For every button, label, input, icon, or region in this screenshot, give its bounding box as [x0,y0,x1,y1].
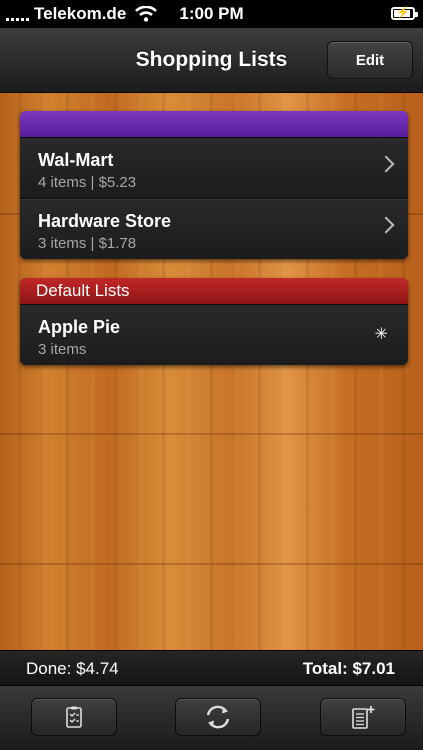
chevron-right-icon [377,155,395,173]
list-name: Wal-Mart [38,150,114,170]
status-bar: Telekom.de 1:00 PM ⚡ [0,0,423,28]
group-header [20,111,408,137]
list-item-apple-pie[interactable]: Apple Pie 3 items ✳ [20,304,408,365]
list-item-walmart[interactable]: Wal-Mart 4 items | $5.23 [20,137,408,198]
list-name: Apple Pie [38,317,121,337]
totals-bar: Done: $4.74 Total: $7.01 [0,650,423,686]
edit-button[interactable]: Edit [327,41,413,79]
new-list-button[interactable] [320,698,406,736]
group-header: Default Lists [20,278,408,304]
list-group-custom: Wal-Mart 4 items | $5.23 Hardware Store … [20,111,408,259]
asterisk-icon: ✳ [374,326,388,343]
status-time: 1:00 PM [179,4,244,23]
list-item-hardware-store[interactable]: Hardware Store 3 items | $1.78 [20,198,408,259]
sync-button[interactable] [175,698,261,736]
new-list-icon [352,706,375,729]
chevron-right-icon [377,216,395,234]
bottom-toolbar [0,685,423,750]
done-amount: Done: $4.74 [26,659,119,678]
navigation-bar: Shopping Lists Edit [0,28,423,93]
checklist-button[interactable] [31,698,117,736]
checklist-icon [66,706,82,728]
total-amount: Total: $7.01 [302,659,395,678]
list-detail: 4 items | $5.23 [38,174,137,191]
sync-icon [206,705,230,729]
screen: Telekom.de 1:00 PM ⚡ Shopping Lists Edit… [0,0,423,750]
battery-charging-icon: ⚡ [391,7,418,20]
list-name: Hardware Store [38,211,172,231]
list-group-default: Default Lists Apple Pie 3 items ✳ [20,278,408,365]
list-detail: 3 items | $1.78 [38,235,137,252]
list-detail: 3 items [38,341,87,358]
